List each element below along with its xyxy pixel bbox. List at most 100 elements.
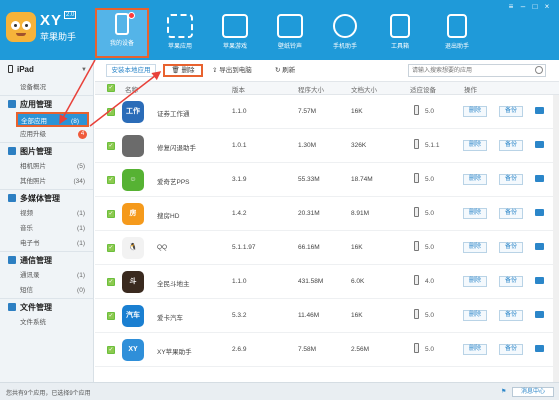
folder-icon[interactable] xyxy=(535,345,544,352)
app-name: 证券工作通 xyxy=(157,111,190,118)
nav-exit[interactable]: 退出助手 xyxy=(432,11,482,55)
folder-icon[interactable] xyxy=(535,243,544,250)
folder-icon[interactable] xyxy=(535,175,544,182)
row-delete-button[interactable]: 删除 xyxy=(463,140,487,151)
row-delete-button[interactable]: 删除 xyxy=(463,344,487,355)
row-backup-button[interactable]: 备份 xyxy=(499,276,523,287)
folder-icon[interactable] xyxy=(535,209,544,216)
app-title: XY xyxy=(40,12,63,29)
nav-toolbox[interactable]: 工具箱 xyxy=(375,11,425,55)
sidebar-item-other-photos[interactable]: 其他照片 (34) xyxy=(0,174,93,189)
header-actions: 操作 xyxy=(464,87,477,94)
app-icon: 工作 xyxy=(122,101,144,123)
sidebar-item-contacts[interactable]: 通讯录 (1) xyxy=(0,268,93,283)
doc-size: 16K xyxy=(351,312,363,319)
sidebar-item-file-system[interactable]: 文件系统 xyxy=(0,315,93,330)
select-all-checkbox[interactable]: ✓ xyxy=(107,84,115,92)
search-icon[interactable] xyxy=(535,66,543,74)
table-row[interactable]: ✓ 房 搜房HD 1.4.2 20.31M 8.91M 5.0 删除 备份 xyxy=(95,198,559,231)
table-row[interactable]: ✓ 修复闪退助手 1.0.1 1.30M 326K 5.1.1 删除 备份 xyxy=(95,130,559,163)
app-size: 1.30M xyxy=(298,142,317,149)
folder-icon[interactable] xyxy=(535,141,544,148)
refresh-button[interactable]: ↻ 刷新 xyxy=(275,64,295,77)
device-icon xyxy=(414,173,419,183)
row-backup-button[interactable]: 备份 xyxy=(499,242,523,253)
sidebar-item-sms[interactable]: 短信 (0) xyxy=(0,283,93,298)
search-input[interactable] xyxy=(408,64,546,77)
row-checkbox[interactable]: ✓ xyxy=(107,210,115,218)
row-checkbox[interactable]: ✓ xyxy=(107,312,115,320)
maximize-button[interactable]: □ xyxy=(530,3,540,11)
row-delete-button[interactable]: 删除 xyxy=(463,242,487,253)
folder-icon[interactable] xyxy=(535,107,544,114)
close-button[interactable]: × xyxy=(542,3,552,11)
scrollbar[interactable] xyxy=(553,95,559,382)
media-icon xyxy=(8,194,16,202)
app-icon: 房 xyxy=(122,203,144,225)
nav-apple-games[interactable]: 苹果游戏 xyxy=(210,11,260,55)
install-local-app-button[interactable]: 安装本地应用 xyxy=(106,64,156,77)
sidebar-item-camera-photos[interactable]: 相机照片 (5) xyxy=(0,159,93,174)
app-version: 5.1.1.97 xyxy=(232,244,256,251)
row-backup-button[interactable]: 备份 xyxy=(499,140,523,151)
app-size: 11.46M xyxy=(298,312,320,319)
grid-icon xyxy=(167,14,193,38)
sidebar-item-music[interactable]: 音乐 (1) xyxy=(0,221,93,236)
row-checkbox[interactable]: ✓ xyxy=(107,346,115,354)
sidebar-item-device-info[interactable]: 设备概况 xyxy=(0,80,93,95)
row-checkbox[interactable]: ✓ xyxy=(107,176,115,184)
sidebar-item-label: 其他照片 xyxy=(20,178,46,185)
bag-icon xyxy=(390,14,410,38)
sidebar-item-video[interactable]: 视频 (1) xyxy=(0,206,93,221)
plus-circle-icon xyxy=(333,14,357,38)
nav-apple-apps[interactable]: 苹果应用 xyxy=(155,11,205,55)
sidebar-item-label: 电子书 xyxy=(20,240,40,247)
device-header[interactable]: iPad ▼ xyxy=(0,60,93,80)
item-count: (5) xyxy=(77,163,85,170)
sidebar-item-all-apps[interactable]: 全部应用 (8) xyxy=(16,112,89,127)
nav-my-device[interactable]: 我的设备 xyxy=(95,8,149,58)
table-row[interactable]: ✓ 🐧 QQ 5.1.1.97 66.16M 16K 5.0 删除 备份 xyxy=(95,232,559,265)
sidebar-item-ebooks[interactable]: 电子书 (1) xyxy=(0,236,93,251)
row-backup-button[interactable]: 备份 xyxy=(499,344,523,355)
folder-icon[interactable] xyxy=(535,311,544,318)
row-backup-button[interactable]: 备份 xyxy=(499,208,523,219)
chevron-down-icon[interactable]: ▼ xyxy=(81,60,87,80)
sidebar-item-app-updates[interactable]: 应用升级 4 xyxy=(0,127,93,142)
table-row[interactable]: ✓ 工作 证券工作通 1.1.0 7.57M 16K 5.0 删除 备份 xyxy=(95,96,559,129)
row-delete-button[interactable]: 删除 xyxy=(463,106,487,117)
row-delete-button[interactable]: 删除 xyxy=(463,208,487,219)
minimize-button[interactable]: – xyxy=(518,3,528,11)
nav-wallpaper-ringtone[interactable]: 壁纸铃声 xyxy=(265,11,315,55)
table-row[interactable]: ✓ 斗 全民斗地主 1.1.0 431.58M 6.0K 4.0 删除 备份 xyxy=(95,266,559,299)
device-version: 5.1.1 xyxy=(425,142,440,149)
row-checkbox[interactable]: ✓ xyxy=(107,108,115,116)
row-backup-button[interactable]: 备份 xyxy=(499,106,523,117)
row-delete-button[interactable]: 删除 xyxy=(463,276,487,287)
table-row[interactable]: ✓ XY XY苹果助手 2.6.9 7.58M 2.56M 5.0 删除 备份 xyxy=(95,334,559,367)
row-delete-button[interactable]: 删除 xyxy=(463,174,487,185)
folder-icon[interactable] xyxy=(535,277,544,284)
brand: XY 2.0 苹果助手 xyxy=(40,11,77,43)
sidebar-item-label: 音乐 xyxy=(20,225,33,232)
row-backup-button[interactable]: 备份 xyxy=(499,310,523,321)
row-delete-button[interactable]: 删除 xyxy=(463,310,487,321)
app-version: 1.1.0 xyxy=(232,278,247,285)
refresh-label: 刷新 xyxy=(282,67,296,74)
table-row[interactable]: ✓ 汽车 爱卡汽车 5.3.2 11.46M 16K 5.0 删除 备份 xyxy=(95,300,559,333)
nav-phone-assistant[interactable]: 手机助手 xyxy=(320,11,370,55)
menu-button[interactable]: ≡ xyxy=(506,3,516,11)
app-size: 55.33M xyxy=(298,176,320,183)
message-center-button[interactable]: 消息中心 xyxy=(512,387,554,397)
header-version: 版本 xyxy=(232,87,245,94)
app-icon xyxy=(122,135,144,157)
table-row[interactable]: ✓ ☺ 爱奇艺PPS 3.1.9 55.33M 18.74M 5.0 删除 备份 xyxy=(95,164,559,197)
item-count: (34) xyxy=(73,178,85,185)
delete-button[interactable]: 🗑 删除 xyxy=(163,64,203,77)
row-backup-button[interactable]: 备份 xyxy=(499,174,523,185)
row-checkbox[interactable]: ✓ xyxy=(107,142,115,150)
row-checkbox[interactable]: ✓ xyxy=(107,244,115,252)
doc-size: 326K xyxy=(351,142,367,149)
export-to-pc-button[interactable]: ⇪ 导出到电脑 xyxy=(212,64,252,77)
row-checkbox[interactable]: ✓ xyxy=(107,278,115,286)
